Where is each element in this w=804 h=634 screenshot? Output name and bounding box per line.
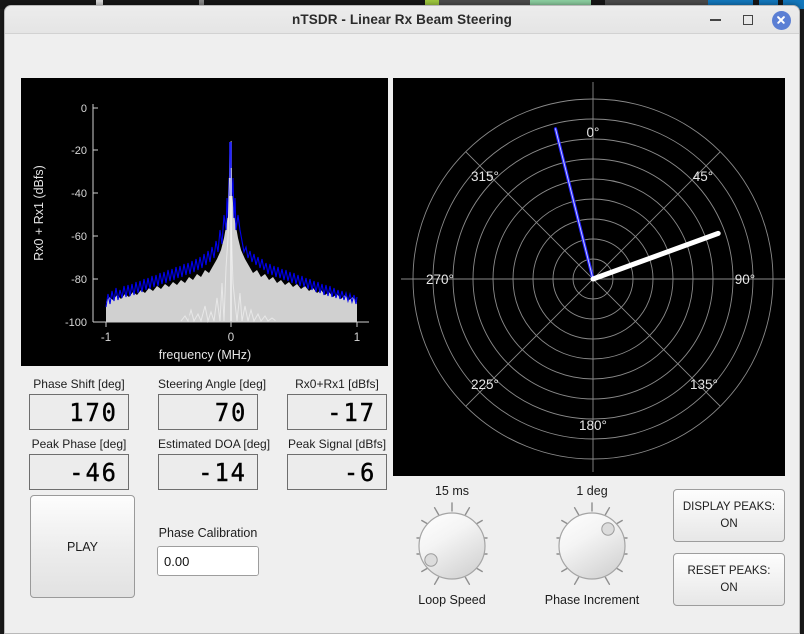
title-bar[interactable]: nTSDR - Linear Rx Beam Steering [5, 6, 799, 34]
readout-steering-angle-caption: Steering Angle [deg] [158, 377, 267, 391]
window-controls [705, 6, 791, 34]
polar-label-270: 270° [426, 272, 454, 287]
display-peaks-state: ON [720, 517, 738, 530]
play-button[interactable]: PLAY [30, 495, 135, 598]
phase-calibration-spinbox[interactable] [157, 546, 259, 576]
reset-peaks-state: ON [720, 581, 738, 594]
readout-phase-shift-display[interactable]: 170 [29, 394, 129, 430]
readout-estimated-doa-display[interactable]: -14 [158, 454, 258, 490]
phase-increment-value: 1 deg [576, 484, 608, 498]
readout-peak-phase-value: -46 [69, 457, 118, 487]
display-peaks-button[interactable]: DISPLAY PEAKS: ON [673, 489, 785, 542]
spectrum-plot-canvas: 0 -20 -40 -60 -80 -100 -1 0 1 frequency … [21, 78, 388, 366]
polar-label-180: 180° [579, 418, 607, 433]
readout-steering-angle-value: 70 [214, 397, 248, 427]
spectrum-xtick-0: 0 [228, 332, 234, 344]
display-peaks-label: DISPLAY PEAKS: [682, 500, 776, 513]
readout-peak-signal: Peak Signal [dBfs] -6 [287, 437, 387, 490]
readout-rx0-rx1: Rx0+Rx1 [dBfs] -17 [287, 377, 387, 430]
readout-phase-shift: Phase Shift [deg] 170 [29, 377, 129, 430]
minimize-button[interactable] [705, 10, 725, 30]
loop-speed-knob-indicator [424, 553, 438, 567]
readout-estimated-doa-caption: Estimated DOA [deg] [158, 437, 271, 451]
phase-increment-knob-indicator [601, 522, 615, 536]
readout-estimated-doa: Estimated DOA [deg] -14 [158, 437, 270, 490]
readout-rx0-rx1-value: -17 [327, 397, 376, 427]
spectrum-xlabel: frequency (MHz) [159, 348, 251, 362]
phase-increment-knob-group: 1 deg Phase Increment [532, 484, 652, 607]
readout-peak-phase-caption: Peak Phase [deg] [31, 437, 127, 451]
desktop-background: nTSDR - Linear Rx Beam Steering 0 -20 -4… [0, 0, 804, 634]
phase-calibration-group: Phase Calibration [157, 526, 259, 576]
spectrum-ytick-80: -80 [71, 274, 87, 286]
readout-phase-shift-caption: Phase Shift [deg] [33, 377, 125, 391]
client-area: 0 -20 -40 -60 -80 -100 -1 0 1 frequency … [5, 34, 799, 633]
readout-rx0-rx1-caption: Rx0+Rx1 [dBfs] [295, 377, 379, 391]
phase-calibration-input[interactable] [158, 547, 258, 575]
spectrum-xtick-neg1: -1 [101, 332, 111, 344]
polar-label-315: 315° [471, 169, 499, 184]
close-icon [771, 10, 791, 30]
phase-calibration-label: Phase Calibration [158, 526, 258, 540]
loop-speed-knob-group: 15 ms Loop Speed [392, 484, 512, 607]
spectrum-ytick-20: -20 [71, 145, 87, 157]
spectrum-ytick-40: -40 [71, 188, 87, 200]
window-title: nTSDR - Linear Rx Beam Steering [292, 12, 512, 27]
readout-peak-signal-caption: Peak Signal [dBfs] [287, 437, 387, 451]
readout-peak-signal-display[interactable]: -6 [287, 454, 387, 490]
polar-label-45: 45° [693, 169, 713, 184]
spectrum-ylabel: Rx0 + Rx1 (dBfs) [32, 165, 46, 261]
play-button-label: PLAY [66, 539, 99, 554]
readout-phase-shift-value: 170 [69, 397, 118, 427]
polar-plot-canvas: 0° 45° 90° 135° 180° 225° 270° 315° [393, 78, 785, 476]
phase-increment-label: Phase Increment [544, 593, 640, 607]
spectrum-xtick-1: 1 [354, 332, 360, 344]
readout-rx0-rx1-display[interactable]: -17 [287, 394, 387, 430]
maximize-icon [743, 15, 753, 25]
loop-speed-knob-body [418, 512, 486, 580]
spectrum-plot[interactable]: 0 -20 -40 -60 -80 -100 -1 0 1 frequency … [21, 78, 388, 366]
readout-steering-angle: Steering Angle [deg] 70 [158, 377, 266, 430]
minimize-icon [709, 19, 721, 21]
readout-estimated-doa-value: -14 [198, 457, 247, 487]
polar-label-225: 225° [471, 377, 499, 392]
loop-speed-label: Loop Speed [418, 593, 486, 607]
spectrum-ytick-100: -100 [65, 317, 87, 329]
readout-steering-angle-display[interactable]: 70 [158, 394, 258, 430]
readout-peak-signal-value: -6 [343, 457, 377, 487]
spectrum-ytick-60: -60 [71, 231, 87, 243]
polar-label-90: 90° [735, 272, 755, 287]
polar-label-135: 135° [690, 377, 718, 392]
phase-increment-knob-body [558, 512, 626, 580]
phase-increment-knob[interactable] [546, 500, 638, 592]
polar-label-0: 0° [587, 125, 600, 140]
readout-peak-phase: Peak Phase [deg] -46 [29, 437, 129, 490]
application-window: nTSDR - Linear Rx Beam Steering 0 -20 -4… [4, 5, 800, 634]
reset-peaks-button[interactable]: RESET PEAKS: ON [673, 553, 785, 606]
reset-peaks-label: RESET PEAKS: [687, 564, 771, 577]
loop-speed-value: 15 ms [434, 484, 470, 498]
spectrum-ytick-0: 0 [81, 103, 87, 115]
readout-peak-phase-display[interactable]: -46 [29, 454, 129, 490]
maximize-button[interactable] [738, 10, 758, 30]
close-button[interactable] [771, 10, 791, 30]
loop-speed-knob[interactable] [406, 500, 498, 592]
polar-plot[interactable]: 0° 45° 90° 135° 180° 225° 270° 315° [393, 78, 785, 476]
